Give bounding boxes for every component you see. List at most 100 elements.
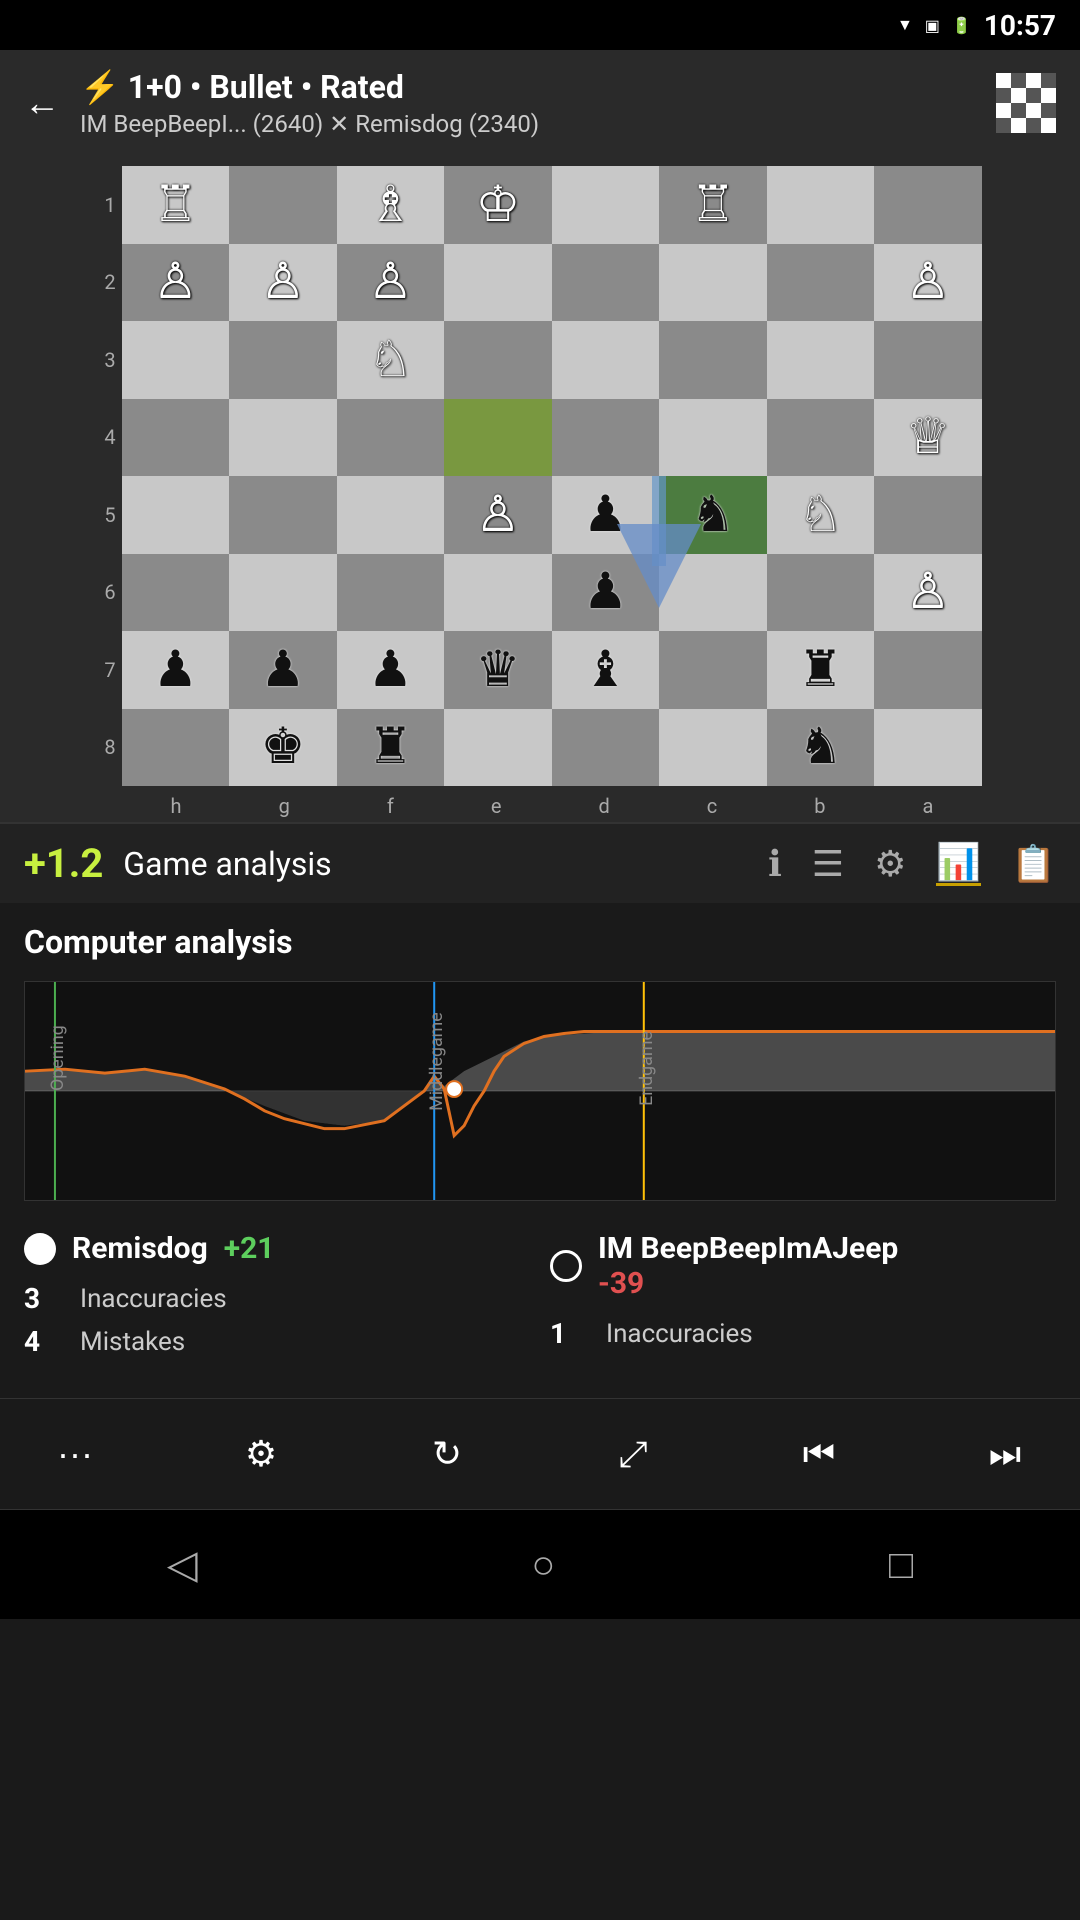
cell-r2-c5[interactable] — [659, 244, 767, 322]
cell-r7-c0[interactable]: ♟ — [122, 631, 230, 709]
cell-r8-c3[interactable] — [444, 709, 552, 787]
cell-r2-c2[interactable]: ♙ — [337, 244, 445, 322]
cell-r2-c1[interactable]: ♙ — [229, 244, 337, 322]
ca-title: Computer analysis — [24, 923, 1056, 961]
cell-r5-c6[interactable]: ♘ — [767, 476, 875, 554]
piece-white-R-r1-c5: ♖ — [690, 180, 735, 230]
piece-black-B-r7-c4: ♝ — [583, 645, 628, 695]
cell-r1-c2[interactable]: ♗ — [337, 166, 445, 244]
cell-r8-c7[interactable] — [874, 709, 982, 787]
cell-r3-c6[interactable] — [767, 321, 875, 399]
next-button[interactable]: ⏭ — [970, 1419, 1040, 1489]
bottom-toolbar: ··· ⚙ ↻ ⤢ ⏮ ⏭ — [0, 1398, 1080, 1509]
analysis-icons: ℹ ☰ ⚙ 📊 📋 — [768, 841, 1056, 886]
cell-r2-c6[interactable] — [767, 244, 875, 322]
cell-r8-c1[interactable]: ♚ — [229, 709, 337, 787]
back-nav-button[interactable]: ◁ — [167, 1541, 198, 1588]
file-g: g — [279, 794, 290, 818]
cell-r5-c7[interactable] — [874, 476, 982, 554]
cell-r8-c6[interactable]: ♞ — [767, 709, 875, 787]
settings-button[interactable]: ⚙ — [226, 1419, 296, 1489]
cell-r7-c7[interactable] — [874, 631, 982, 709]
cell-r8-c5[interactable] — [659, 709, 767, 787]
cell-r6-c4[interactable]: ♟ — [552, 554, 660, 632]
info-icon[interactable]: ℹ — [768, 843, 782, 885]
cell-r4-c2[interactable] — [337, 399, 445, 477]
svg-text:Endgame: Endgame — [636, 1031, 657, 1106]
cell-r2-c3[interactable] — [444, 244, 552, 322]
cell-r1-c5[interactable]: ♖ — [659, 166, 767, 244]
cell-r5-c0[interactable] — [122, 476, 230, 554]
cell-r5-c3[interactable]: ♙ — [444, 476, 552, 554]
wifi-icon: ▼ — [897, 15, 913, 35]
black-player-name: IM BeepBeepImAJeep — [598, 1231, 898, 1266]
cell-r1-c0[interactable]: ♖ — [122, 166, 230, 244]
book-icon[interactable]: 📋 — [1011, 843, 1056, 885]
cell-r6-c7[interactable]: ♙ — [874, 554, 982, 632]
cell-r1-c1[interactable] — [229, 166, 337, 244]
cell-r1-c6[interactable] — [767, 166, 875, 244]
more-button[interactable]: ··· — [40, 1419, 110, 1489]
cell-r4-c7[interactable]: ♕ — [874, 399, 982, 477]
flip-button[interactable]: ↻ — [412, 1419, 482, 1489]
cell-r6-c2[interactable] — [337, 554, 445, 632]
cell-r3-c1[interactable] — [229, 321, 337, 399]
cell-r8-c4[interactable] — [552, 709, 660, 787]
cell-r3-c4[interactable] — [552, 321, 660, 399]
cell-r4-c3[interactable] — [444, 399, 552, 477]
cell-r4-c6[interactable] — [767, 399, 875, 477]
cell-r7-c2[interactable]: ♟ — [337, 631, 445, 709]
chess-board[interactable]: ♖♗♔♖♙♙♙♙♘♕♙♟♞♘♟♙♟♟♟♛♝♜♚♜♞ — [122, 166, 982, 786]
cell-r7-c4[interactable]: ♝ — [552, 631, 660, 709]
recents-nav-button[interactable]: □ — [889, 1541, 913, 1588]
cell-r6-c5[interactable] — [659, 554, 767, 632]
cell-r8-c2[interactable]: ♜ — [337, 709, 445, 787]
cell-r7-c1[interactable]: ♟ — [229, 631, 337, 709]
piece-black-Q-r7-c3: ♛ — [475, 645, 520, 695]
fullscreen-button[interactable]: ⤢ — [598, 1419, 668, 1489]
cell-r4-c0[interactable] — [122, 399, 230, 477]
cell-r3-c3[interactable] — [444, 321, 552, 399]
cell-r3-c0[interactable] — [122, 321, 230, 399]
chart-icon[interactable]: 📊 — [936, 841, 981, 886]
prev-button[interactable]: ⏮ — [784, 1419, 854, 1489]
cell-r5-c5[interactable]: ♞ — [659, 476, 767, 554]
cell-r6-c1[interactable] — [229, 554, 337, 632]
cell-r7-c6[interactable]: ♜ — [767, 631, 875, 709]
cell-r3-c2[interactable]: ♘ — [337, 321, 445, 399]
cell-r2-c0[interactable]: ♙ — [122, 244, 230, 322]
cell-r2-c4[interactable] — [552, 244, 660, 322]
cell-r4-c1[interactable] — [229, 399, 337, 477]
cell-r4-c4[interactable] — [552, 399, 660, 477]
cell-r2-c7[interactable]: ♙ — [874, 244, 982, 322]
cell-r7-c3[interactable]: ♛ — [444, 631, 552, 709]
cell-r5-c2[interactable] — [337, 476, 445, 554]
cell-r6-c0[interactable] — [122, 554, 230, 632]
cell-r3-c5[interactable] — [659, 321, 767, 399]
piece-white-N-r3-c2: ♘ — [368, 335, 413, 385]
board-area: 1 2 3 4 5 6 7 8 ♖♗♔♖♙♙♙♙♘♕♙♟♞♘♟♙♟♟♟♛♝♜♚♜… — [0, 156, 1080, 822]
cell-r7-c5[interactable] — [659, 631, 767, 709]
cell-r1-c7[interactable] — [874, 166, 982, 244]
cell-r8-c0[interactable] — [122, 709, 230, 787]
header-info: ⚡ 1+0 • Bullet • Rated IM BeepBeepI... (… — [80, 68, 539, 138]
cell-r1-c3[interactable]: ♔ — [444, 166, 552, 244]
cell-r1-c4[interactable] — [552, 166, 660, 244]
cell-r5-c1[interactable] — [229, 476, 337, 554]
analysis-chart[interactable]: Opening Middlegame Endgame — [24, 981, 1056, 1201]
piece-black-R-r8-c2: ♜ — [368, 722, 413, 772]
rank-8: 8 — [104, 735, 115, 759]
cell-r4-c5[interactable] — [659, 399, 767, 477]
piece-white-K-r1-c3: ♔ — [475, 180, 520, 230]
back-button[interactable]: ← — [24, 82, 60, 124]
piece-black-N-r8-c6: ♞ — [798, 722, 843, 772]
home-nav-button[interactable]: ○ — [531, 1541, 555, 1588]
settings-icon[interactable]: ⚙ — [874, 843, 906, 885]
cell-r5-c4[interactable]: ♟ — [552, 476, 660, 554]
cell-r6-c3[interactable] — [444, 554, 552, 632]
cell-r6-c6[interactable] — [767, 554, 875, 632]
list-icon[interactable]: ☰ — [812, 843, 844, 885]
rank-5: 5 — [104, 503, 115, 527]
cell-r3-c7[interactable] — [874, 321, 982, 399]
file-f: f — [387, 794, 394, 818]
